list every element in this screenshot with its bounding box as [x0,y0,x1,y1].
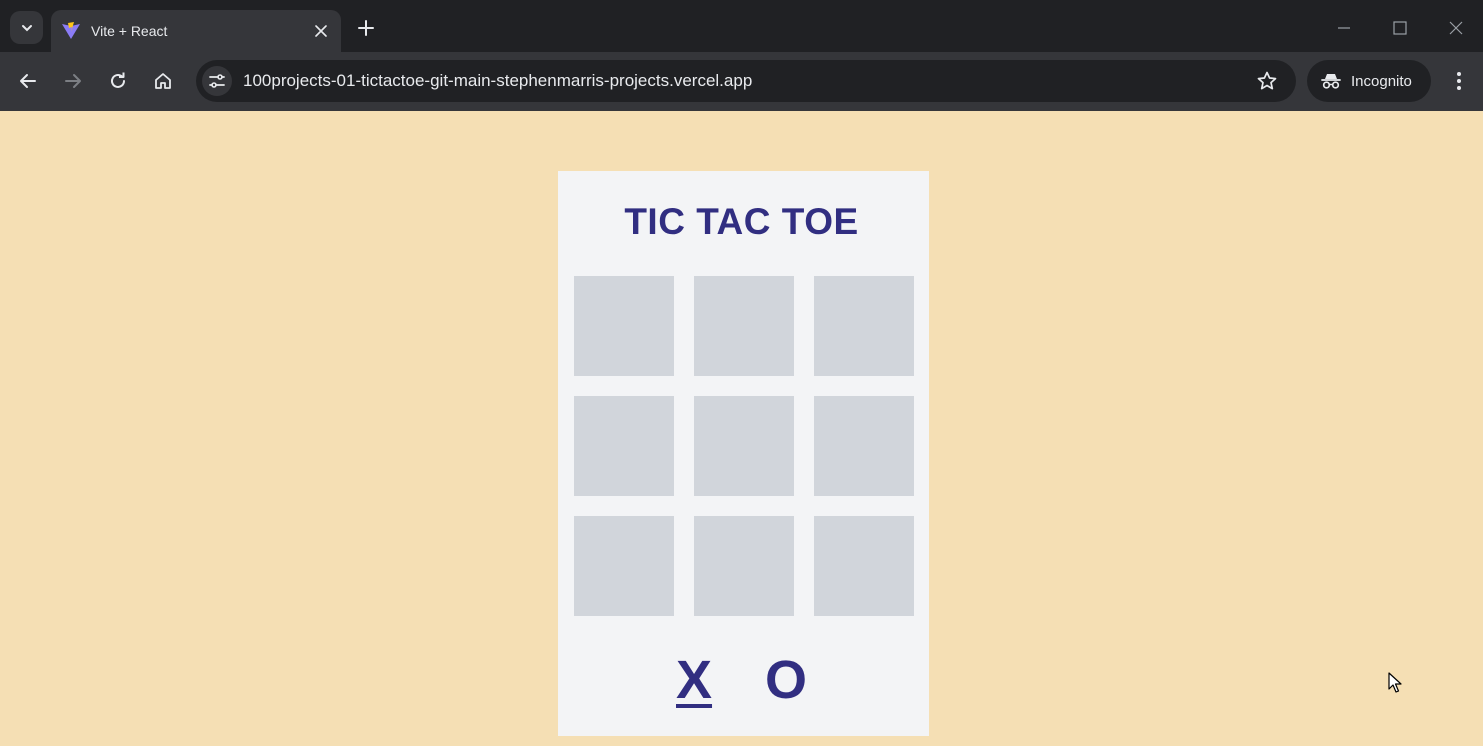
player-x-indicator: X [676,650,713,710]
vite-logo-icon [61,21,81,41]
board-cell[interactable] [814,396,914,496]
mouse-cursor-icon [1388,672,1402,693]
close-window-button[interactable] [1436,8,1476,48]
incognito-label: Incognito [1351,72,1412,90]
board-cell[interactable] [574,276,674,376]
reload-button[interactable] [101,64,135,98]
board-cell[interactable] [574,516,674,616]
arrow-right-icon [65,74,81,88]
tab-title: Vite + React [91,23,168,39]
minimize-icon [1338,27,1350,29]
address-bar[interactable]: 100projects-01-tictactoe-git-main-stephe… [196,60,1296,102]
forward-button[interactable] [56,64,90,98]
board-cell[interactable] [694,516,794,616]
arrow-left-icon [20,74,36,88]
browser-titlebar: Vite + React [0,0,1483,52]
home-icon [155,73,171,89]
site-info-button[interactable] [202,66,232,96]
minimize-button[interactable] [1324,8,1364,48]
star-icon [1257,71,1277,90]
incognito-icon [1321,74,1341,89]
home-button[interactable] [146,64,180,98]
incognito-indicator[interactable]: Incognito [1307,60,1431,102]
board-cell[interactable] [814,276,914,376]
player-o-indicator: O [765,650,808,710]
game-board [574,276,914,616]
close-tab-icon[interactable] [309,19,333,43]
board-cell[interactable] [814,516,914,616]
more-vert-icon [1457,72,1461,90]
tune-icon [209,74,225,88]
board-cell[interactable] [694,276,794,376]
bookmark-button[interactable] [1256,70,1278,92]
maximize-button[interactable] [1380,8,1420,48]
maximize-icon [1393,21,1407,35]
browser-toolbar: 100projects-01-tictactoe-git-main-stephe… [0,52,1483,111]
new-tab-button[interactable] [352,14,380,42]
board-cell[interactable] [694,396,794,496]
url-text[interactable]: 100projects-01-tictactoe-git-main-stephe… [243,71,752,91]
reload-icon [111,72,125,88]
close-icon [1449,21,1463,35]
chevron-down-icon [21,24,32,31]
board-cell[interactable] [574,396,674,496]
browser-menu-button[interactable] [1444,66,1474,96]
browser-tab-active[interactable]: Vite + React [51,10,341,52]
back-button[interactable] [11,64,45,98]
plus-icon [358,20,374,36]
tab-search-button[interactable] [10,11,43,44]
game-title: TIC TAC TOE [624,201,859,242]
